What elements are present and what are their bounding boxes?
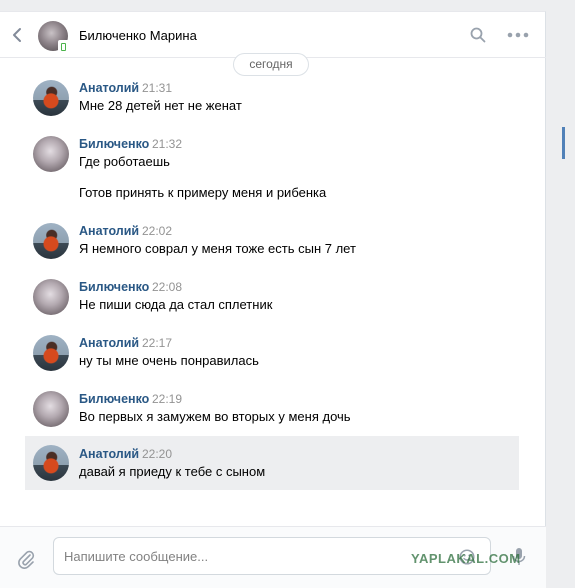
message-text: Не пиши сюда да стал сплетник [79,297,273,312]
message-time[interactable]: 22:17 [142,336,172,350]
message-item: Билюченко 21:32 Где роботаешь Готов прин… [25,134,519,204]
message-author[interactable]: Анатолий [79,224,139,238]
message-text: ну ты мне очень понравилась [79,353,259,368]
avatar[interactable] [33,391,69,427]
message-time[interactable]: 22:20 [142,447,172,461]
mobile-online-icon [58,40,69,54]
message-text: Во первых я замужем во вторых у меня доч… [79,409,351,424]
message-text: Я немного соврал у меня тоже есть сын 7 … [79,241,356,256]
message-time[interactable]: 22:19 [152,392,182,406]
message-time[interactable]: 22:08 [152,280,182,294]
message-author[interactable]: Анатолий [79,447,139,461]
avatar[interactable] [33,445,69,481]
avatar[interactable] [33,136,69,172]
message-item: Билюченко 22:19 Во первых я замужем во в… [25,389,519,433]
scroll-marker [562,127,565,159]
message-text: Где роботаешь [79,154,170,169]
avatar[interactable] [33,223,69,259]
message-item: Анатолий 22:02 Я немного соврал у меня т… [25,221,519,265]
avatar[interactable] [33,335,69,371]
message-item: Билюченко 22:08 Не пиши сюда да стал спл… [25,277,519,321]
message-author[interactable]: Билюченко [79,280,149,294]
message-time[interactable]: 22:02 [142,224,172,238]
chat-header: Билюченко Марина [0,12,546,58]
message-time[interactable]: 21:32 [152,137,182,151]
date-divider: сегодня [233,53,309,76]
message-text: Готов принять к примеру меня и рибенка [79,185,327,200]
message-author[interactable]: Билюченко [79,137,149,151]
contact-name[interactable]: Билюченко Марина [79,28,197,43]
message-time[interactable]: 21:31 [142,81,172,95]
avatar[interactable] [33,279,69,315]
message-item: Анатолий 22:17 ну ты мне очень понравила… [25,333,519,377]
message-item-highlighted[interactable]: Анатолий 22:20 давай я приеду к тебе с с… [25,436,519,490]
watermark: YAPLAKAL.COM [411,551,521,566]
chevron-left-icon[interactable] [10,27,24,43]
search-icon[interactable] [470,27,486,43]
avatar[interactable] [33,80,69,116]
message-author[interactable]: Билюченко [79,392,149,406]
message-text: Мне 28 детей нет не женат [79,98,242,113]
message-text: давай я приеду к тебе с сыном [79,464,266,479]
paperclip-icon[interactable] [16,549,36,569]
more-icon[interactable] [507,32,529,38]
message-author[interactable]: Анатолий [79,81,139,95]
message-author[interactable]: Анатолий [79,336,139,350]
message-item: Анатолий 21:31 Мне 28 детей нет не женат [25,78,519,122]
